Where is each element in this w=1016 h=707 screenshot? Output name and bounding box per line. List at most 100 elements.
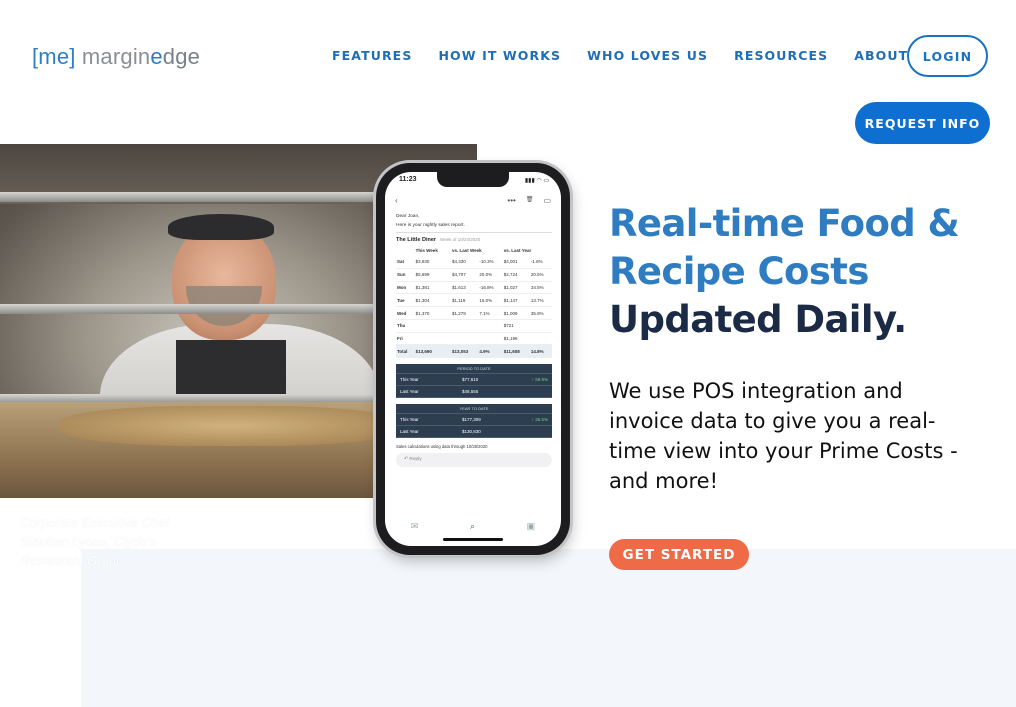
photo-caption: Corporate Executive Chef Stephen Lyons, …	[20, 515, 169, 568]
request-info-button[interactable]: REQUEST INFO	[855, 102, 990, 144]
cell-day: Thu	[396, 319, 415, 333]
get-started-button[interactable]: GET STARTED	[609, 539, 749, 570]
cell-last-year: $721	[502, 319, 530, 333]
reply-label: Reply	[409, 457, 422, 463]
cell-last-week-pct: 16.0%	[478, 293, 503, 308]
cell-last-year-pct	[529, 319, 552, 333]
period-this-label: This Year	[400, 377, 419, 383]
divider	[396, 232, 552, 233]
nav-features[interactable]: FEATURES	[332, 48, 412, 63]
login-button[interactable]: LOGIN	[907, 35, 988, 77]
table-row: Sat $3,930 $4,330 -10.3% $4,001 -1.8%	[396, 256, 552, 269]
search-icon[interactable]: ⌕	[470, 521, 475, 532]
headline-line-1: Real-time Food &	[609, 202, 960, 245]
trash-icon[interactable]: 🗑	[526, 196, 534, 208]
reply-field[interactable]: ↶ Reply	[396, 453, 552, 468]
cell-last-week-pct: 7.1%	[478, 306, 503, 320]
period-last-value: $48,555	[462, 389, 479, 395]
period-this-year-row: This Year $77,610 ↑ 59.9%	[396, 374, 552, 387]
logo-text-b: dge	[162, 44, 201, 69]
logo-bracket: [me]	[32, 44, 76, 69]
period-this-value: $77,610	[462, 377, 479, 383]
headline-line-2: Recipe Costs	[609, 250, 869, 293]
logo-text-a: margin	[81, 44, 151, 69]
table-header: vs. Last Year	[503, 248, 532, 253]
cell-last-year-pct: 34.5%	[529, 281, 552, 295]
table-header: vs. Last Week	[451, 248, 482, 253]
table-header: This Week	[415, 248, 438, 253]
status-time: 11:23	[399, 176, 417, 183]
cell-last-year-pct: 35.8%	[529, 306, 552, 320]
cell-last-year-pct: 13.7%	[529, 293, 552, 308]
period-header: PERIOD TO DATE	[396, 364, 552, 375]
ytd-pct: ↑ 35.5%	[531, 417, 548, 423]
cell-last-week-pct	[478, 319, 503, 333]
table-header-row: This Week vs. Last Week vs. Last Year	[396, 247, 552, 256]
ytd-this-label: This Year	[400, 417, 419, 423]
period-last-label: Last Year	[400, 389, 419, 395]
cell-this-week: $1,304	[414, 293, 451, 308]
marginedge-logo[interactable]: [me] marginedge	[32, 44, 200, 70]
back-chevron-icon[interactable]: ‹	[395, 196, 398, 208]
ytd-last-value: $130,830	[462, 429, 481, 435]
calendar-icon[interactable]: ▣	[527, 521, 536, 532]
mail-tabbar: ✉ ⌕ ▣	[385, 521, 561, 532]
cell-day: Fri	[396, 332, 415, 346]
cell-last-week: $4,707	[450, 268, 479, 282]
headline-line-3: Updated Daily.	[609, 298, 907, 341]
year-to-date-box: YEAR TO DATE This Year $177,309 ↑ 35.5% …	[396, 404, 552, 439]
cell-this-week: $1,381	[414, 281, 451, 295]
nav-how-it-works[interactable]: HOW IT WORKS	[438, 48, 561, 63]
cell-last-week-pct	[478, 332, 503, 346]
archive-icon[interactable]: ▭	[543, 196, 551, 208]
cell-day: Sat	[396, 256, 415, 269]
report-footnote: Sales calculations using data through 10…	[396, 444, 488, 450]
period-to-date-box: PERIOD TO DATE This Year $77,610 ↑ 59.9%…	[396, 364, 552, 399]
cell-last-week	[450, 319, 479, 333]
cell-last-year: $1,147	[502, 293, 530, 308]
cell-last-year-pct: 20.5%	[529, 268, 552, 282]
table-row: Tue $1,304 $1,119 16.0% $1,147 13.7%	[396, 293, 552, 308]
ytd-last-year-row: Last Year $130,830	[396, 426, 552, 439]
cell-day: Wed	[396, 306, 415, 320]
nav-resources[interactable]: RESOURCES	[734, 48, 828, 63]
cell-last-week-pct: -16.8%	[478, 281, 503, 295]
table-row: Fri $1,196	[396, 332, 552, 346]
cell-last-week-pct: 4.9%	[478, 344, 503, 359]
table-row: Sun $5,699 $4,707 20.0% $4,724 20.5%	[396, 268, 552, 282]
cell-last-week-pct: 20.0%	[478, 268, 503, 282]
phone-mockup: 11:23 ▮▮▮ ◠ ▭ ‹ ••• 🗑 ▭ Dear Joan, Here …	[376, 163, 570, 555]
report-week: Week of 10/24/2020	[440, 237, 481, 242]
mail-intro: Here is your nightly sales report.	[396, 223, 465, 228]
ytd-this-value: $177,309	[462, 417, 481, 423]
more-icon[interactable]: •••	[507, 196, 515, 208]
cell-day: Total	[396, 344, 415, 359]
pies	[60, 406, 400, 446]
hero-body: We use POS integration and invoice data …	[609, 379, 958, 493]
cell-last-week: $1,279	[450, 306, 479, 320]
nav-who-loves-us[interactable]: WHO LOVES US	[587, 48, 708, 63]
cell-day: Sun	[396, 268, 415, 282]
logo-text-e: e	[150, 44, 163, 69]
mail-icon[interactable]: ✉	[411, 521, 419, 532]
cell-last-year-pct: 14.8%	[529, 344, 552, 359]
phone-screen: 11:23 ▮▮▮ ◠ ▭ ‹ ••• 🗑 ▭ Dear Joan, Here …	[385, 172, 561, 546]
chef-cap	[168, 214, 274, 240]
sales-report-table: This Week vs. Last Week vs. Last Year Sa…	[396, 247, 552, 359]
cell-this-week: $1,370	[414, 306, 451, 320]
cell-this-week	[414, 332, 451, 346]
background-panel	[81, 549, 1016, 707]
table-row: Thu $721	[396, 319, 552, 333]
cell-this-week	[414, 319, 451, 333]
table-total-row: Total $13,690 $13,053 4.9% $11,608 14.8%	[396, 344, 552, 359]
cell-last-week: $13,053	[450, 344, 479, 359]
cell-last-week: $4,330	[450, 256, 479, 269]
cell-this-week: $5,699	[414, 268, 451, 282]
cell-day: Tue	[396, 293, 415, 308]
cell-last-year: $1,196	[502, 332, 530, 346]
home-indicator	[443, 538, 503, 541]
cell-last-week	[450, 332, 479, 346]
period-pct: ↑ 59.9%	[531, 377, 548, 383]
ytd-last-label: Last Year	[400, 429, 419, 435]
cell-last-week: $1,119	[450, 293, 479, 308]
